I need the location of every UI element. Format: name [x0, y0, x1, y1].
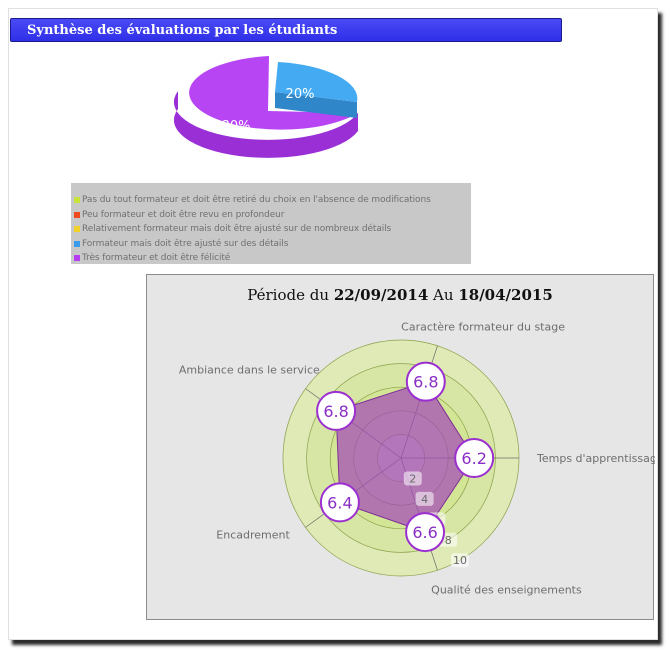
radar-axis-label: Ambiance dans le service [179, 364, 320, 377]
pie-label-20: 20% [286, 87, 315, 102]
radar-tick-label: 8 [445, 534, 452, 547]
legend-swatch [74, 240, 80, 247]
legend-item: Pas du tout formateur et doit être retir… [74, 193, 471, 208]
legend-label: Pas du tout formateur et doit être retir… [82, 195, 431, 206]
legend-item: Très formateur et doit être félicité [74, 251, 471, 266]
pie-legend: Pas du tout formateur et doit être retir… [71, 183, 471, 264]
section-title: Synthèse des évaluations par les étudian… [27, 23, 338, 38]
legend-item: Relativement formateur mais doit être aj… [74, 222, 471, 237]
radar-data-label: 6.2 [461, 449, 486, 468]
radar-data-label: 6.8 [413, 373, 438, 392]
legend-item: Formateur mais doit être ajusté sur des … [74, 237, 471, 252]
radar-chart: 246810Caractère formateur du stageTemps … [179, 320, 655, 597]
legend-swatch [74, 255, 80, 262]
pie-label-80: 80% [222, 119, 251, 134]
pie-chart: 20% 80% [173, 56, 358, 158]
section-header: Synthèse des évaluations par les étudian… [10, 18, 562, 42]
radar-tick-label: 10 [453, 554, 467, 567]
radar-data-label: 6.8 [323, 402, 348, 421]
legend-swatch [74, 211, 80, 218]
legend-label: Peu formateur et doit être revu en profo… [82, 209, 285, 220]
radar-axis-label: Qualité des enseignements [431, 584, 582, 597]
legend-label: Relativement formateur mais doit être aj… [82, 224, 392, 235]
legend-swatch [74, 226, 80, 233]
legend-item: Peu formateur et doit être revu en profo… [74, 208, 471, 223]
radar-data-label: 6.4 [327, 493, 352, 512]
radar-data-label: 6.6 [412, 523, 437, 542]
radar-tick-label: 4 [421, 493, 428, 506]
radar-panel: Période du 22/09/2014 Au 18/04/2015 2468… [146, 274, 655, 620]
radar-tick-label: 2 [409, 472, 416, 485]
radar-axis-label: Encadrement [216, 528, 290, 541]
legend-label: Très formateur et doit être félicité [82, 253, 231, 264]
legend-label: Formateur mais doit être ajusté sur des … [82, 238, 289, 249]
radar-axis-label: Temps d'apprentissage [536, 452, 655, 465]
radar-axis-label: Caractère formateur du stage [401, 320, 565, 333]
legend-swatch [74, 197, 80, 204]
